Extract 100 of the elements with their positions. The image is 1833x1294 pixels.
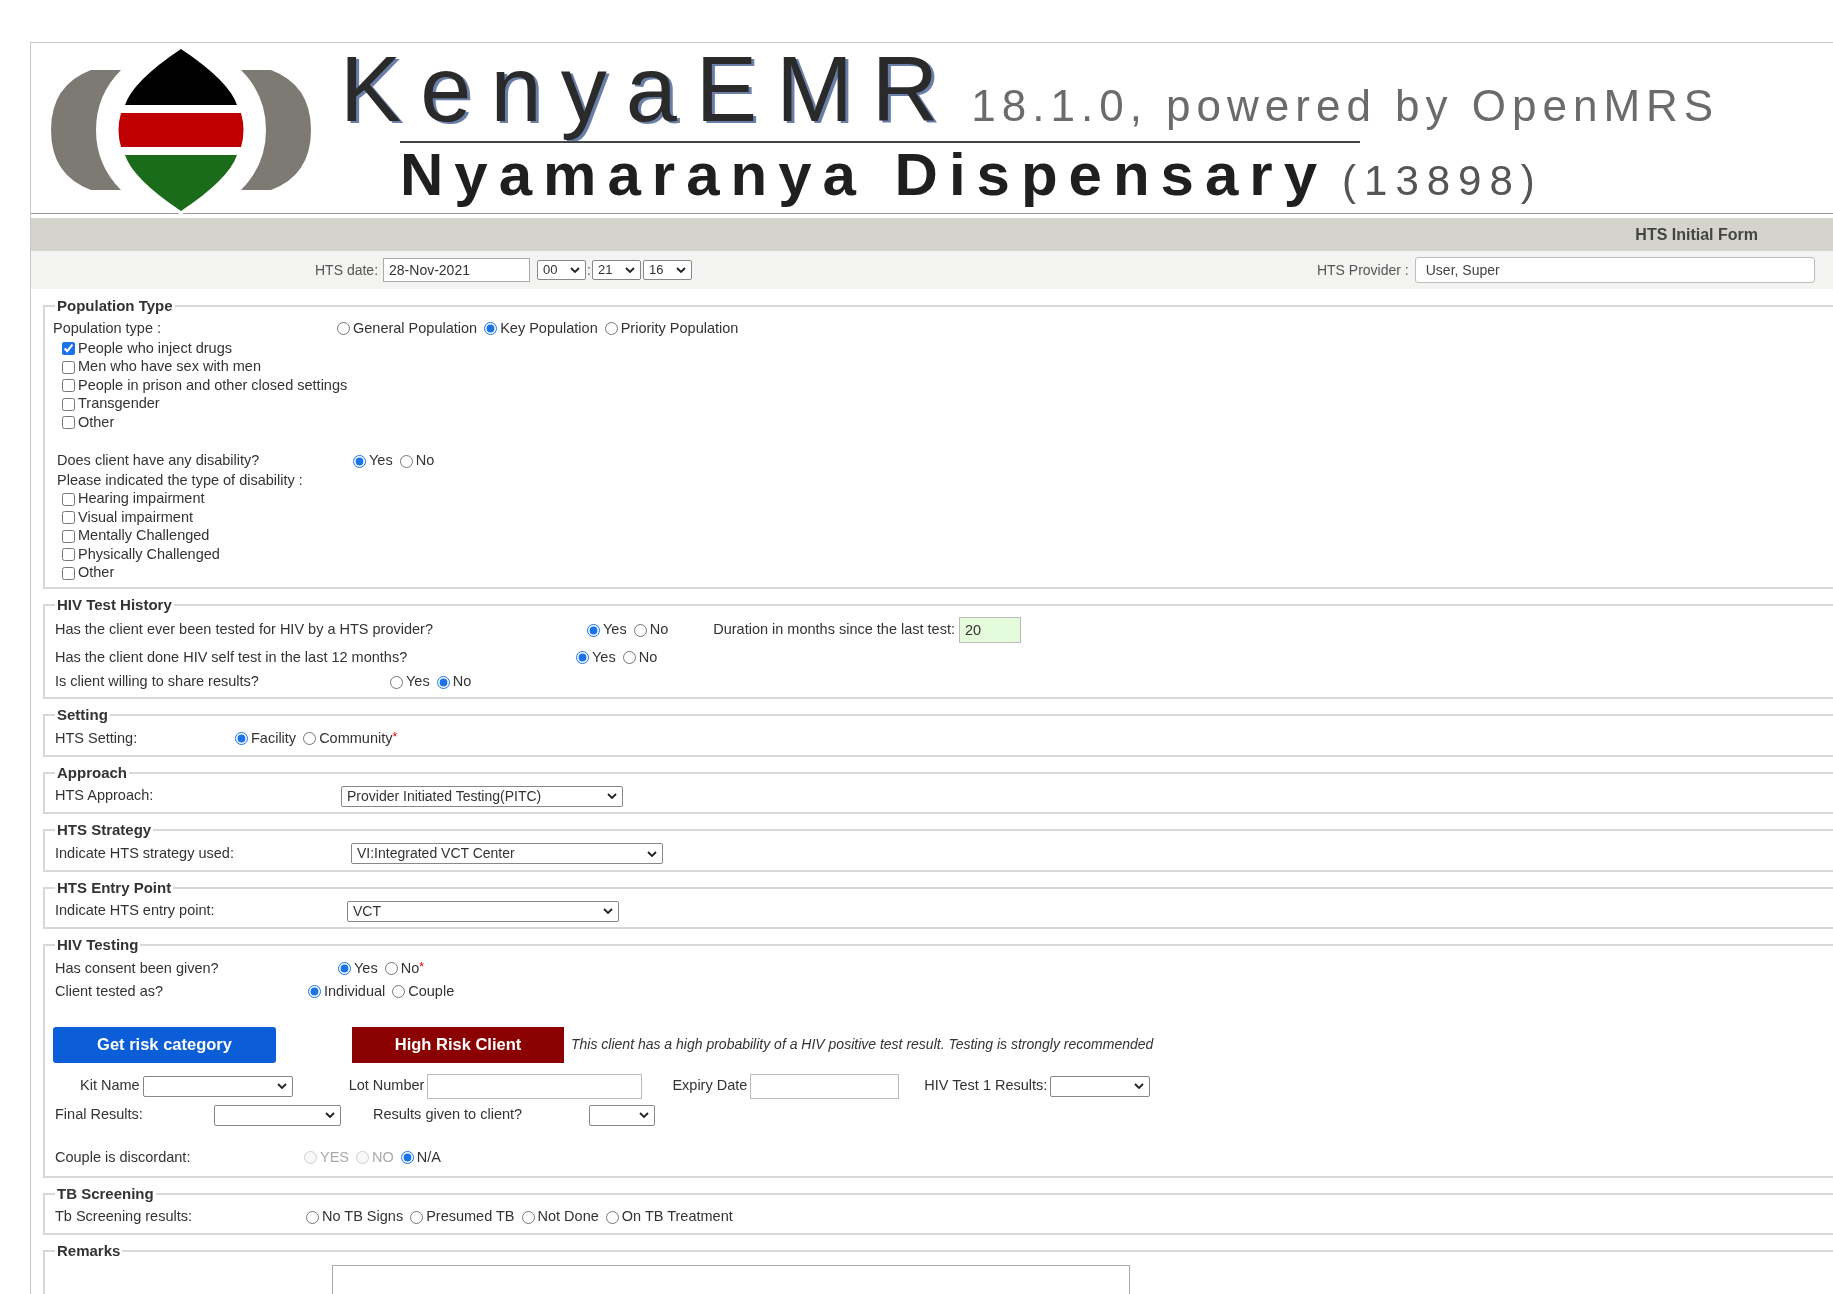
checkbox[interactable] (62, 529, 75, 543)
radio-button[interactable] (436, 675, 450, 689)
dropdown[interactable]: Provider Initiated Testing(PITC) (341, 785, 623, 807)
radio-button[interactable] (392, 985, 406, 998)
checkbox[interactable] (62, 511, 75, 525)
radio-button[interactable] (605, 1210, 619, 1224)
risk-category-button[interactable]: Get risk category (53, 1026, 276, 1063)
option-label: No (415, 451, 435, 471)
option-label: No (400, 958, 420, 978)
option-label: No (452, 672, 472, 692)
option-label: Other (78, 563, 115, 583)
date-field[interactable]: 28-Nov-2021 (383, 258, 531, 282)
option-label: Community (319, 728, 393, 748)
field-label: HTS Approach: (55, 786, 155, 806)
option-label: General Population (353, 318, 478, 338)
required-marker: * (419, 958, 424, 976)
field-label: Has consent been given? (55, 958, 220, 978)
field-label: Has the client ever been tested for HIV by a HTS provider? (55, 620, 434, 640)
hour-dropdown[interactable]: 00 (537, 260, 587, 280)
section-title: HIV Test History (56, 594, 173, 615)
field-label: HTS Provider : (1316, 260, 1409, 280)
option-label: No (638, 647, 658, 667)
form-title: HTS Initial Form (1635, 224, 1758, 245)
option-label: Other (78, 412, 115, 432)
field-label: Client tested as? (55, 981, 164, 1001)
risk-status-badge: High Risk Client (352, 1026, 564, 1063)
radio-button[interactable] (353, 454, 366, 468)
field-label: Has the client done HIV self test in the last 12 months? (55, 647, 409, 667)
risk-message: This client has a high probability of a HIV positive test result. Testing is strongly recommended (571, 1035, 1154, 1054)
checkbox[interactable] (62, 548, 75, 562)
radio-button[interactable] (587, 623, 600, 637)
option-label: Mentally Challenged (78, 526, 210, 546)
input-field[interactable] (750, 1073, 900, 1099)
checkbox[interactable] (62, 342, 75, 356)
field-label: Lot Number (348, 1076, 425, 1096)
option-label: Key Population (500, 318, 598, 338)
radio-button[interactable] (410, 1210, 424, 1224)
required-marker: * (392, 728, 398, 744)
section-title: Approach (56, 762, 128, 783)
chevron-icon (1134, 1083, 1145, 1089)
checkbox[interactable] (62, 566, 75, 580)
radio-button[interactable] (306, 1210, 319, 1224)
dropdown[interactable]: VI:Integrated VCT Center (351, 843, 663, 864)
dropdown[interactable] (142, 1075, 293, 1097)
radio-button[interactable] (633, 623, 647, 637)
radio-button[interactable] (399, 454, 413, 468)
version-text: 18.1.0, powered by OpenMRS (971, 80, 1720, 132)
option-label: Facility (251, 728, 297, 748)
radio-button[interactable] (384, 962, 398, 975)
chevron-icon (639, 1112, 649, 1118)
radio-button[interactable] (337, 322, 350, 335)
radio-button[interactable] (400, 1151, 414, 1164)
minute-dropdown[interactable]: 21 (591, 260, 641, 280)
input-field[interactable] (427, 1073, 643, 1099)
option-label: Yes (354, 958, 378, 978)
radio-button[interactable] (390, 675, 403, 689)
option-label: Not Done (537, 1207, 599, 1227)
checkbox[interactable] (62, 397, 75, 411)
section-title: Remarks (56, 1241, 122, 1261)
option-label: Yes (603, 620, 627, 640)
checkbox[interactable] (62, 379, 75, 393)
chevron-icon (624, 267, 635, 273)
field-label: Expiry Date (672, 1076, 748, 1096)
radio-button[interactable] (521, 1210, 535, 1224)
section-title: HTS Entry Point (56, 877, 173, 898)
option-label: No (649, 620, 669, 640)
facility-name: Nyamaranya Dispensary (400, 143, 1329, 207)
duration-field[interactable]: 20 (959, 617, 1021, 643)
radio-button[interactable] (235, 732, 248, 745)
field-label: Does client have any disability? (57, 451, 261, 471)
option-label: Physically Challenged (78, 544, 220, 564)
option-label: YES (320, 1147, 349, 1167)
second-dropdown[interactable]: 16 (642, 260, 692, 280)
checkbox[interactable] (62, 416, 75, 430)
facility-code: (13898) (1342, 156, 1543, 206)
option-label: Yes (406, 672, 430, 692)
chevron-icon (675, 267, 686, 273)
radio-button[interactable] (576, 651, 589, 664)
field-label: HTS Setting: (55, 728, 139, 748)
radio-button[interactable] (622, 651, 636, 664)
field-label: HTS date: (315, 260, 379, 280)
option-label: Transgender (78, 394, 160, 414)
checkbox[interactable] (62, 492, 75, 506)
radio-button[interactable] (308, 985, 321, 998)
option-label: Visual impairment (78, 507, 193, 527)
radio-button[interactable] (484, 322, 498, 335)
field-label: Duration in months since the last test: (713, 620, 955, 640)
option-label: Yes (592, 647, 616, 667)
dropdown[interactable] (1050, 1075, 1151, 1097)
radio-button[interactable] (338, 962, 351, 975)
radio-button[interactable] (604, 322, 618, 335)
option-label: Presumed TB (426, 1207, 515, 1227)
dropdown[interactable] (589, 1104, 655, 1126)
section-title: Population Type (56, 296, 174, 316)
checkbox[interactable] (62, 360, 75, 374)
option-label: People who inject drugs (78, 338, 232, 358)
provider-dropdown[interactable]: User, Super (1414, 257, 1815, 283)
radio-button[interactable] (303, 732, 317, 745)
dropdown[interactable]: VCT (347, 900, 619, 922)
dropdown[interactable] (214, 1104, 341, 1126)
